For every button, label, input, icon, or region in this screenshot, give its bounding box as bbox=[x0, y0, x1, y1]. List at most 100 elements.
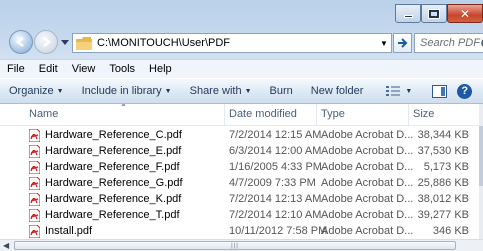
column-header-row: ▲ Name Date modified Type Size bbox=[0, 104, 479, 126]
caption-buttons: ✕ bbox=[395, 4, 483, 24]
refresh-button[interactable] bbox=[393, 33, 412, 53]
vertical-scrollbar[interactable] bbox=[479, 104, 483, 239]
menu-bar: File Edit View Tools Help bbox=[0, 59, 483, 78]
file-name[interactable]: Hardware_Reference_G.pdf bbox=[45, 177, 183, 189]
pdf-file-icon bbox=[29, 145, 40, 158]
organize-label: Organize bbox=[9, 85, 54, 97]
file-row[interactable]: Hardware_Reference_F.pdf 1/16/2005 4:33 P… bbox=[0, 160, 479, 176]
chevron-down-icon: ▼ bbox=[56, 87, 64, 95]
file-type: Adobe Acrobat D... bbox=[321, 225, 414, 237]
file-size: 25,886 KB bbox=[417, 177, 469, 189]
menu-file[interactable]: File bbox=[0, 63, 32, 75]
column-date-modified[interactable]: Date modified bbox=[229, 108, 297, 120]
menu-edit[interactable]: Edit bbox=[32, 63, 65, 75]
address-row: C:\MONITOUCH\User\PDF ▼ Search PDF bbox=[0, 28, 483, 58]
file-row[interactable]: Install.pdf 10/11/2012 7:58 PM Adobe Acrob… bbox=[0, 224, 479, 239]
file-type: Adobe Acrobat D... bbox=[321, 129, 414, 141]
file-size: 346 KB bbox=[432, 225, 469, 237]
file-name[interactable]: Hardware_Reference_T.pdf bbox=[45, 209, 180, 221]
refresh-arrow-icon bbox=[397, 38, 407, 48]
menu-tools[interactable]: Tools bbox=[102, 63, 142, 75]
views-dropdown-icon[interactable]: ▼ bbox=[405, 88, 412, 95]
horizontal-scrollbar[interactable]: ◀ ||| bbox=[0, 239, 483, 251]
file-date: 1/16/2005 4:33 PM bbox=[229, 161, 322, 173]
minimize-icon bbox=[403, 15, 413, 18]
address-path[interactable]: C:\MONITOUCH\User\PDF bbox=[97, 37, 377, 49]
file-date: 7/2/2014 12:15 AM bbox=[229, 129, 322, 141]
file-type: Adobe Acrobat D... bbox=[321, 161, 414, 173]
column-size[interactable]: Size bbox=[413, 108, 434, 120]
search-input[interactable]: Search PDF bbox=[414, 33, 483, 53]
file-row[interactable]: Hardware_Reference_K.pdf 7/2/2014 12:13 A… bbox=[0, 192, 479, 208]
include-in-library-button[interactable]: Include in library ▼ bbox=[73, 85, 181, 97]
include-label: Include in library bbox=[81, 85, 162, 97]
chevron-down-icon: ▼ bbox=[164, 87, 172, 95]
column-divider[interactable] bbox=[408, 104, 409, 126]
folder-icon bbox=[76, 36, 92, 50]
file-size: 37,530 KB bbox=[417, 145, 469, 157]
address-bar[interactable]: C:\MONITOUCH\User\PDF ▼ bbox=[72, 33, 392, 53]
file-name[interactable]: Install.pdf bbox=[45, 225, 92, 237]
horizontal-scroll-thumb[interactable]: ||| bbox=[14, 241, 456, 250]
share-with-button[interactable]: Share with ▼ bbox=[181, 85, 261, 97]
pdf-file-icon bbox=[29, 161, 40, 174]
preview-pane-icon[interactable] bbox=[432, 84, 448, 98]
search-placeholder: Search PDF bbox=[420, 37, 480, 49]
share-label: Share with bbox=[189, 85, 242, 97]
file-date: 7/2/2014 12:13 AM bbox=[229, 193, 322, 205]
sort-ascending-icon: ▲ bbox=[120, 104, 127, 108]
file-row[interactable]: Hardware_Reference_G.pdf 4/7/2009 7:33 PM… bbox=[0, 176, 479, 192]
burn-button[interactable]: Burn bbox=[261, 85, 302, 97]
back-arrow-icon bbox=[16, 37, 24, 47]
file-name[interactable]: Hardware_Reference_C.pdf bbox=[45, 129, 182, 141]
file-date: 10/11/2012 7:58 PM bbox=[229, 225, 328, 237]
back-button[interactable] bbox=[9, 30, 33, 54]
file-type: Adobe Acrobat D... bbox=[321, 145, 414, 157]
chevron-down-icon: ▼ bbox=[244, 87, 252, 95]
maximize-button[interactable] bbox=[421, 4, 447, 23]
menu-help[interactable]: Help bbox=[142, 63, 179, 75]
file-name[interactable]: Hardware_Reference_K.pdf bbox=[45, 193, 181, 205]
file-size: 38,344 KB bbox=[417, 129, 469, 141]
vertical-scroll-thumb[interactable] bbox=[479, 126, 483, 186]
forward-button[interactable] bbox=[34, 30, 58, 54]
file-size: 39,277 KB bbox=[417, 209, 469, 221]
file-type: Adobe Acrobat D... bbox=[321, 177, 414, 189]
scroll-left-icon[interactable]: ◀ bbox=[3, 241, 9, 250]
new-folder-button[interactable]: New folder bbox=[302, 85, 373, 97]
pdf-file-icon bbox=[29, 225, 40, 238]
command-bar: Organize ▼ Include in library ▼ Share with… bbox=[0, 78, 483, 104]
file-date: 7/2/2014 12:10 AM bbox=[229, 209, 322, 221]
maximize-icon bbox=[429, 9, 439, 18]
column-divider[interactable] bbox=[316, 104, 317, 126]
close-icon: ✕ bbox=[459, 6, 471, 21]
organize-button[interactable]: Organize ▼ bbox=[0, 85, 73, 97]
pdf-file-icon bbox=[29, 193, 40, 206]
file-row[interactable]: Hardware_Reference_C.pdf 7/2/2014 12:15 A… bbox=[0, 128, 479, 144]
close-button[interactable]: ✕ bbox=[447, 4, 483, 23]
recent-pages-dropdown-icon[interactable] bbox=[61, 38, 69, 46]
help-icon[interactable]: ? bbox=[457, 83, 473, 99]
file-row[interactable]: Hardware_Reference_T.pdf 7/2/2014 12:10 A… bbox=[0, 208, 479, 224]
column-divider[interactable] bbox=[224, 104, 225, 126]
file-size: 38,012 KB bbox=[417, 193, 469, 205]
explorer-window: ✕ C:\MONITOUCH\User\PDF ▼ Search PDF Fil… bbox=[0, 0, 483, 251]
file-type: Adobe Acrobat D... bbox=[321, 209, 414, 221]
address-dropdown-icon[interactable]: ▼ bbox=[377, 39, 391, 48]
grip-icon: ||| bbox=[231, 242, 239, 249]
menu-view[interactable]: View bbox=[65, 63, 103, 75]
file-name[interactable]: Hardware_Reference_E.pdf bbox=[45, 145, 181, 157]
file-type: Adobe Acrobat D... bbox=[321, 193, 414, 205]
file-row[interactable]: Hardware_Reference_E.pdf 6/3/2014 12:00 A… bbox=[0, 144, 479, 160]
file-date: 4/7/2009 7:33 PM bbox=[229, 177, 316, 189]
pdf-file-icon bbox=[29, 209, 40, 222]
minimize-button[interactable] bbox=[395, 4, 421, 23]
file-date: 6/3/2014 12:00 AM bbox=[229, 145, 322, 157]
column-type[interactable]: Type bbox=[321, 108, 345, 120]
file-name[interactable]: Hardware_Reference_F.pdf bbox=[45, 161, 180, 173]
file-rows: Hardware_Reference_C.pdf 7/2/2014 12:15 A… bbox=[0, 126, 479, 239]
file-size: 5,173 KB bbox=[423, 161, 469, 173]
views-icon[interactable] bbox=[386, 85, 402, 98]
column-name[interactable]: Name bbox=[29, 108, 58, 120]
pdf-file-icon bbox=[29, 129, 40, 142]
